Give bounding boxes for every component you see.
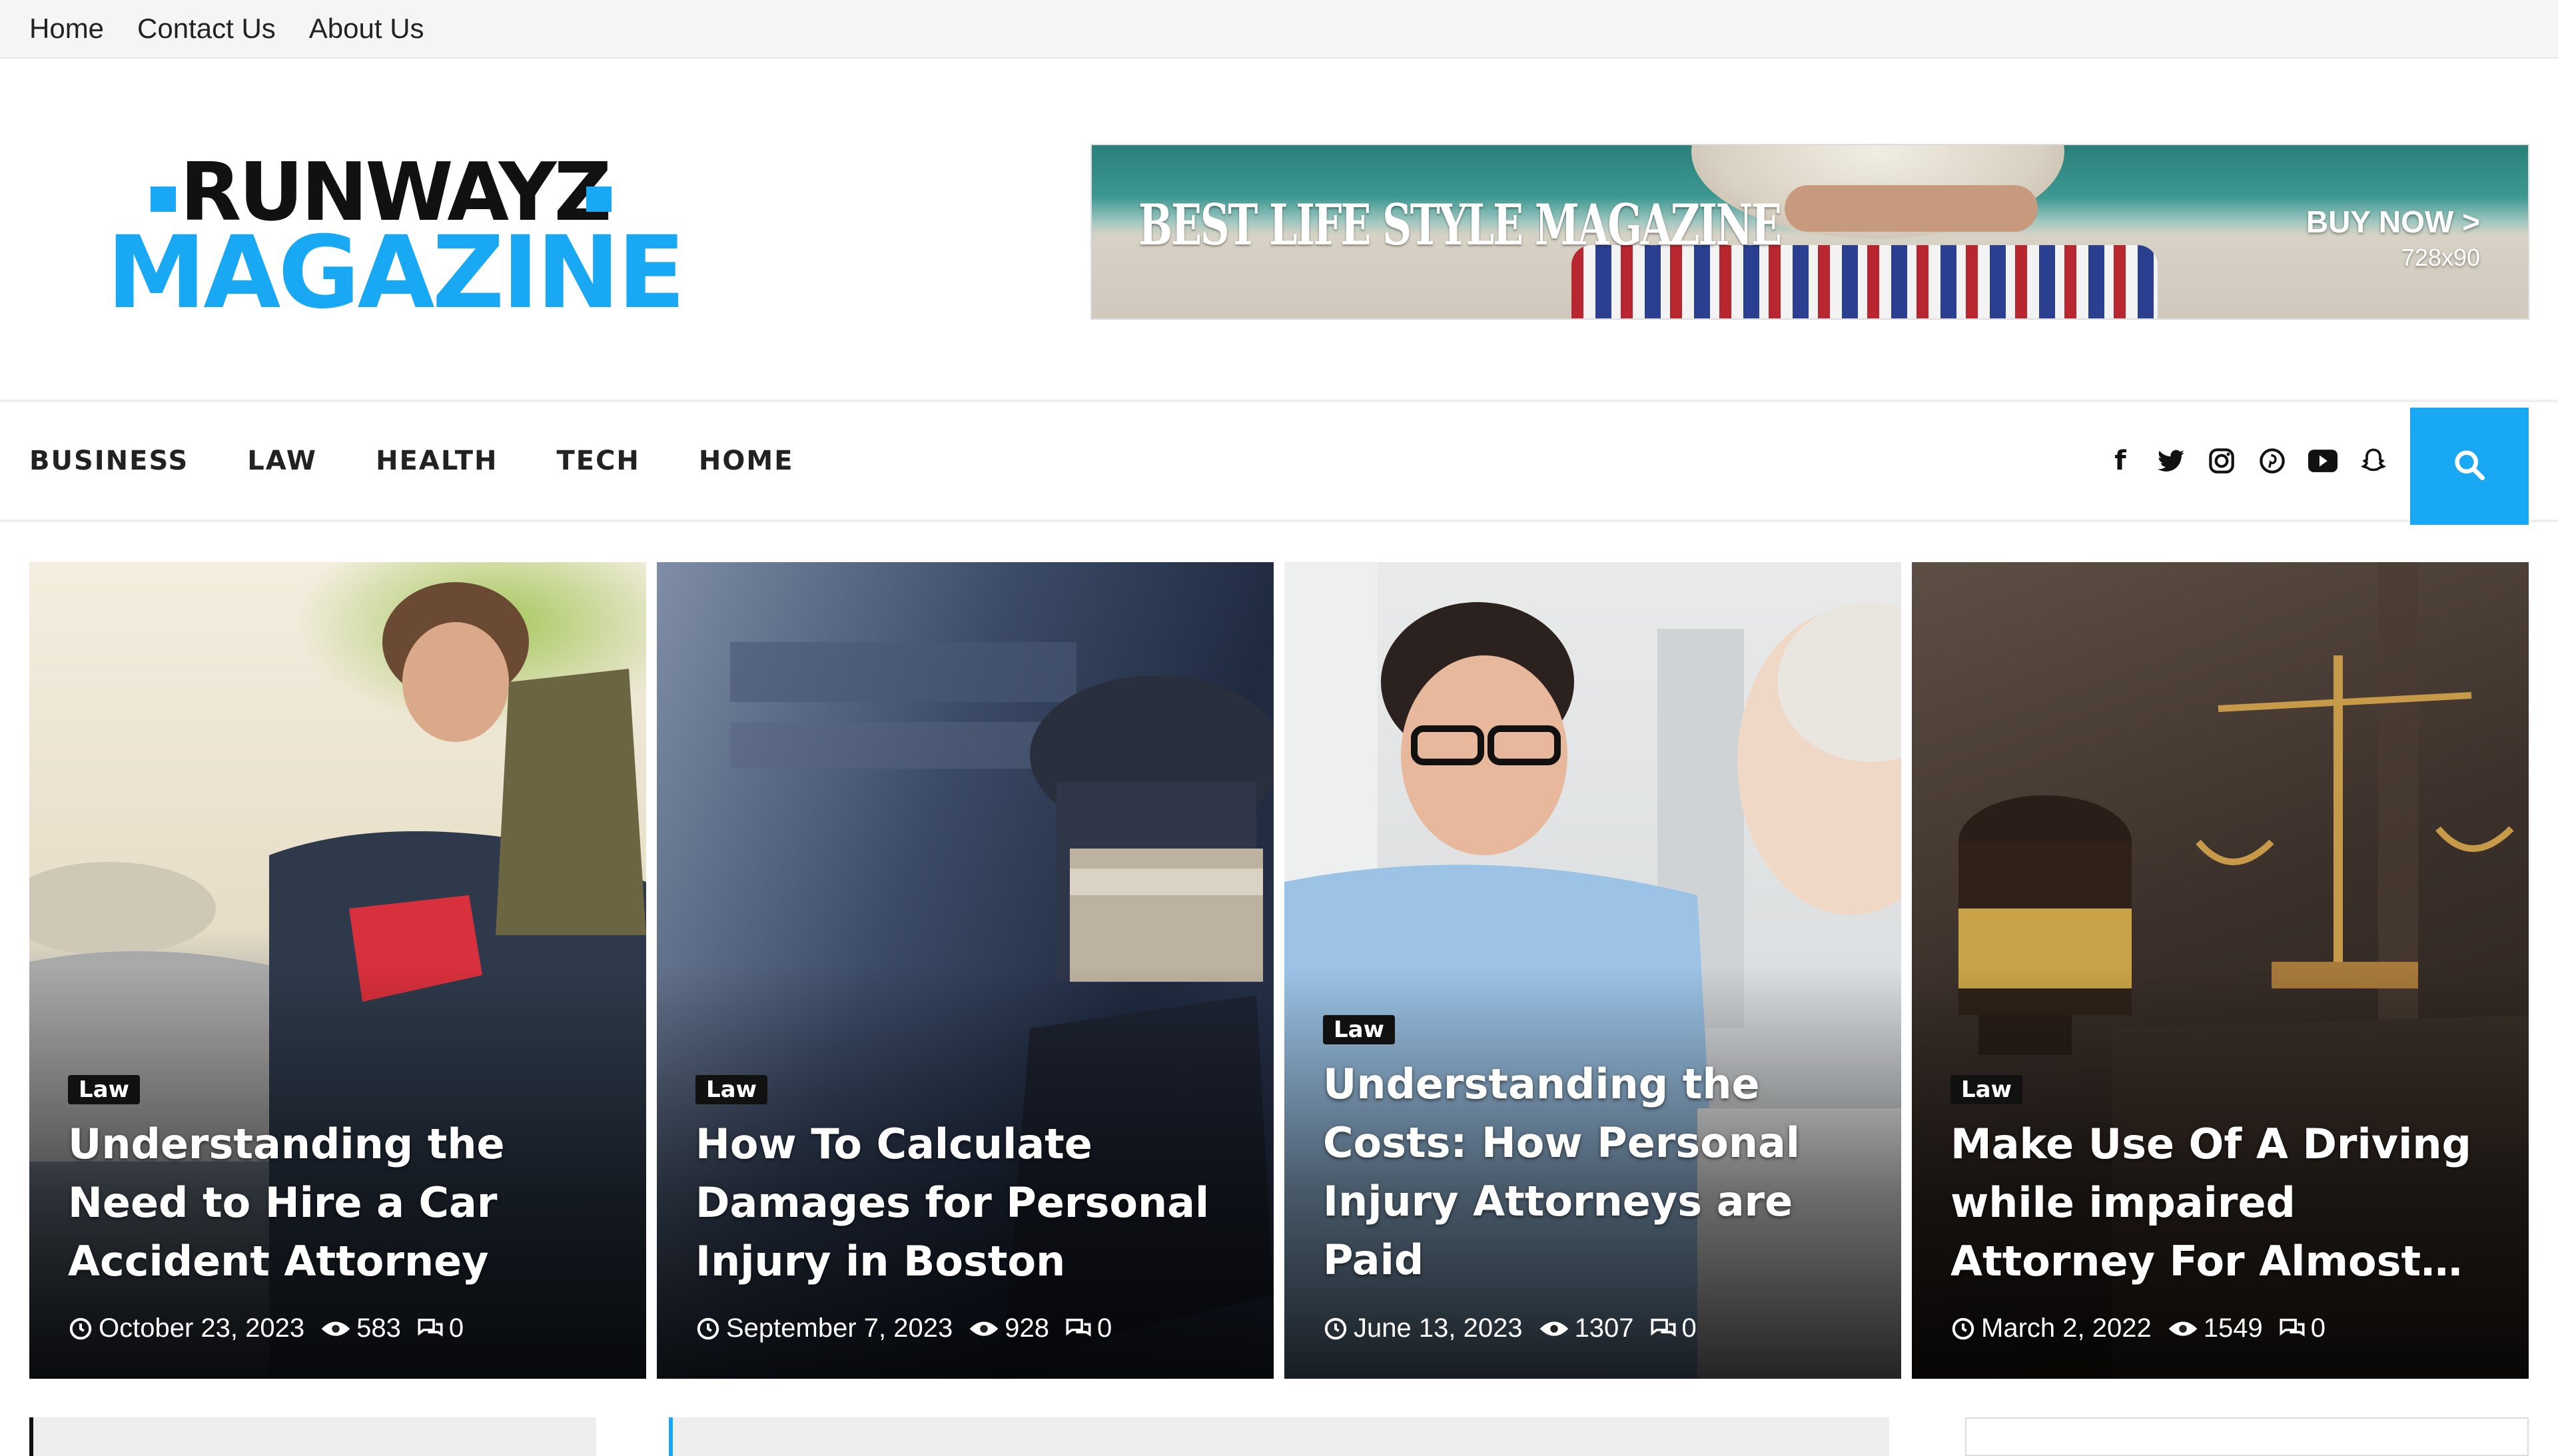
social-links: f (2105, 402, 2389, 520)
featured-posts: Law Understanding the Need to Hire a Car… (29, 562, 2529, 1379)
post-card[interactable]: Law How To Calculate Damages for Persona… (657, 562, 1274, 1379)
card-text: Law Make Use Of A Driving while impaired… (1950, 562, 2502, 1379)
post-date-wrap: October 23, 2023 (68, 1313, 304, 1343)
eye-icon (321, 1321, 350, 1336)
post-views: 583 (356, 1313, 401, 1343)
post-meta: March 2, 2022 1549 0 (1950, 1313, 2326, 1343)
category-badge[interactable]: Law (68, 1075, 141, 1104)
nav-item-business[interactable]: BUSINESS (29, 446, 189, 476)
post-card[interactable]: Law Understanding the Costs: How Persona… (1284, 562, 1901, 1379)
pinterest-icon[interactable] (2257, 446, 2288, 476)
post-title[interactable]: Understanding the Need to Hire a Car Acc… (68, 1115, 620, 1291)
post-comments-wrap: 0 (1065, 1313, 1112, 1343)
post-title[interactable]: Understanding the Costs: How Personal In… (1323, 1055, 1875, 1289)
post-comments: 0 (1681, 1313, 1697, 1343)
top-nav-home[interactable]: Home (29, 13, 104, 45)
post-title[interactable]: Make Use Of A Driving while impaired Att… (1950, 1115, 2502, 1291)
post-date: June 13, 2023 (1354, 1313, 1523, 1343)
comment-icon (418, 1318, 443, 1337)
post-views-wrap: 928 (969, 1313, 1049, 1343)
post-views: 1549 (2203, 1313, 2263, 1343)
sidebar-widget-header (29, 1417, 596, 1456)
post-comments: 0 (448, 1313, 464, 1343)
clock-icon (697, 1317, 719, 1339)
post-comments-wrap: 0 (417, 1313, 464, 1343)
post-comments: 0 (2310, 1313, 2326, 1343)
clock-icon (1324, 1317, 1347, 1339)
post-views: 928 (1005, 1313, 1049, 1343)
post-date: March 2, 2022 (1981, 1313, 2152, 1343)
nav-item-home[interactable]: HOME (699, 446, 794, 476)
post-views-wrap: 583 (320, 1313, 401, 1343)
main-nav: BUSINESS LAW HEALTH TECH HOME (29, 402, 794, 520)
comment-icon (1066, 1318, 1091, 1337)
search-button[interactable] (2410, 408, 2529, 525)
sidebar-search-box[interactable] (1965, 1417, 2529, 1456)
search-icon (2452, 448, 2487, 485)
banner-headline: BEST LIFE STYLE MAGAZINE (1138, 192, 1782, 258)
category-badge[interactable]: Law (1950, 1075, 2023, 1104)
post-meta: June 13, 2023 1307 0 (1323, 1313, 1697, 1343)
post-date-wrap: September 7, 2023 (695, 1313, 953, 1343)
post-card[interactable]: Law Make Use Of A Driving while impaired… (1912, 562, 2529, 1379)
banner-ad[interactable]: BEST LIFE STYLE MAGAZINE BUY NOW > 728x9… (1090, 144, 2529, 320)
top-nav-about[interactable]: About Us (309, 13, 424, 45)
post-meta: October 23, 2023 583 0 (68, 1313, 464, 1343)
banner-arm (1785, 185, 2038, 232)
comment-icon (2280, 1318, 2305, 1337)
logo-square-right (586, 186, 612, 212)
post-views: 1307 (1574, 1313, 1634, 1343)
post-comments-wrap: 0 (1650, 1313, 1697, 1343)
post-date-wrap: March 2, 2022 (1950, 1313, 2152, 1343)
eye-icon (2168, 1321, 2198, 1336)
card-text: Law Understanding the Costs: How Persona… (1323, 562, 1875, 1379)
eye-icon (969, 1321, 999, 1336)
post-comments-wrap: 0 (2279, 1313, 2326, 1343)
post-meta: September 7, 2023 928 0 (695, 1313, 1112, 1343)
clock-icon (69, 1317, 92, 1339)
snapchat-icon[interactable] (2358, 446, 2389, 476)
nav-item-law[interactable]: LAW (247, 446, 317, 476)
banner-cta[interactable]: BUY NOW > (2306, 204, 2480, 240)
category-badge[interactable]: Law (695, 1075, 768, 1104)
twitter-icon[interactable] (2156, 446, 2186, 476)
main-navbar: BUSINESS LAW HEALTH TECH HOME f (0, 400, 2558, 525)
top-nav-contact[interactable]: Contact Us (137, 13, 276, 45)
facebook-icon[interactable]: f (2105, 446, 2136, 476)
post-comments: 0 (1096, 1313, 1112, 1343)
site-logo[interactable]: RUNWAYZ MAGAZINE (100, 153, 685, 324)
instagram-icon[interactable] (2206, 446, 2237, 476)
logo-square-left (151, 186, 176, 212)
post-views-wrap: 1307 (1539, 1313, 1634, 1343)
nav-item-tech[interactable]: TECH (556, 446, 640, 476)
top-bar: Home Contact Us About Us (0, 0, 2558, 59)
post-date-wrap: June 13, 2023 (1323, 1313, 1523, 1343)
eye-icon (1539, 1321, 1568, 1336)
card-text: Law How To Calculate Damages for Persona… (695, 562, 1247, 1379)
clock-icon (1952, 1317, 1974, 1339)
post-date: October 23, 2023 (99, 1313, 305, 1343)
card-text: Law Understanding the Need to Hire a Car… (68, 562, 620, 1379)
banner-size: 728x90 (2401, 244, 2480, 271)
post-title[interactable]: How To Calculate Damages for Personal In… (695, 1115, 1247, 1291)
post-views-wrap: 1549 (2168, 1313, 2263, 1343)
post-card[interactable]: Law Understanding the Need to Hire a Car… (29, 562, 646, 1379)
logo-line2: MAGAZINE (107, 215, 685, 331)
section-header (669, 1417, 1889, 1456)
comment-icon (1651, 1318, 1676, 1337)
youtube-icon[interactable] (2308, 446, 2338, 476)
category-badge[interactable]: Law (1323, 1015, 1396, 1044)
post-date: September 7, 2023 (726, 1313, 953, 1343)
nav-item-health[interactable]: HEALTH (376, 446, 498, 476)
